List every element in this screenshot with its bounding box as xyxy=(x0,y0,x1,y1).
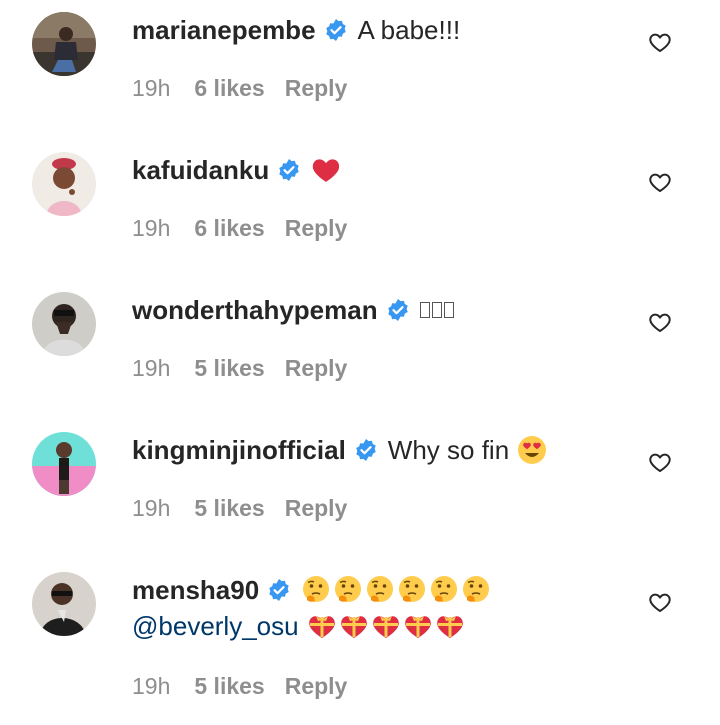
comment-time: 19h xyxy=(132,214,171,241)
avatar-photo-icon xyxy=(32,152,96,216)
gift-heart-icon xyxy=(371,611,401,641)
reply-button[interactable]: Reply xyxy=(285,495,348,522)
thinking-face-icon xyxy=(365,575,395,605)
avatar-photo-icon xyxy=(32,292,96,356)
comment-text: Why so fin xyxy=(387,434,510,465)
verified-badge-icon xyxy=(324,18,348,42)
mention-link[interactable]: @beverly_osu xyxy=(132,611,299,642)
comment-time: 19h xyxy=(132,354,171,381)
comment-time: 19h xyxy=(132,74,171,101)
red-heart-icon xyxy=(311,155,341,185)
avatar[interactable] xyxy=(32,572,96,636)
comment-username[interactable]: wonderthahypeman xyxy=(132,295,378,326)
comment-time: 19h xyxy=(132,494,171,521)
thinking-face-icon xyxy=(461,575,491,605)
avatar[interactable] xyxy=(32,292,96,356)
comment-time: 19h xyxy=(132,672,171,699)
avatar[interactable] xyxy=(32,432,96,496)
avatar-photo-icon xyxy=(32,12,96,76)
reply-button[interactable]: Reply xyxy=(285,215,348,242)
avatar[interactable] xyxy=(32,152,96,216)
verified-badge-icon xyxy=(386,298,410,322)
thinking-face-icon xyxy=(429,575,459,605)
gift-heart-icon xyxy=(339,611,369,641)
comment-likes[interactable]: 6 likes xyxy=(194,215,264,242)
like-heart-icon[interactable] xyxy=(648,590,672,614)
thinking-face-icon xyxy=(397,575,427,605)
avatar-photo-icon xyxy=(32,572,96,636)
verified-badge-icon xyxy=(354,438,378,462)
avatar[interactable] xyxy=(32,12,96,76)
comment-likes[interactable]: 5 likes xyxy=(194,355,264,382)
comment-likes[interactable]: 6 likes xyxy=(194,75,264,102)
like-heart-icon[interactable] xyxy=(648,450,672,474)
comment-username[interactable]: kingminjinofficial xyxy=(132,435,346,466)
gift-heart-icon xyxy=(307,611,337,641)
gift-heart-icon xyxy=(403,611,433,641)
like-heart-icon[interactable] xyxy=(648,170,672,194)
comment-likes[interactable]: 5 likes xyxy=(194,673,264,700)
avatar-photo-icon xyxy=(32,432,96,496)
comment-username[interactable]: kafuidanku xyxy=(132,155,269,186)
thinking-face-icon xyxy=(333,575,363,605)
verified-badge-icon xyxy=(267,578,291,602)
like-heart-icon[interactable] xyxy=(648,30,672,54)
like-heart-icon[interactable] xyxy=(648,310,672,334)
comment-username[interactable]: marianepembe xyxy=(132,15,316,46)
gift-heart-icon xyxy=(435,611,465,641)
thinking-face-icon xyxy=(301,575,331,605)
comment-text: A babe!!! xyxy=(357,14,461,45)
comment-username[interactable]: mensha90 xyxy=(132,575,259,606)
heart-eyes-face-icon xyxy=(517,435,547,465)
missing-glyph-icon xyxy=(419,302,454,318)
reply-button[interactable]: Reply xyxy=(285,673,348,700)
comment-likes[interactable]: 5 likes xyxy=(194,495,264,522)
reply-button[interactable]: Reply xyxy=(285,75,348,102)
verified-badge-icon xyxy=(277,158,301,182)
reply-button[interactable]: Reply xyxy=(285,355,348,382)
